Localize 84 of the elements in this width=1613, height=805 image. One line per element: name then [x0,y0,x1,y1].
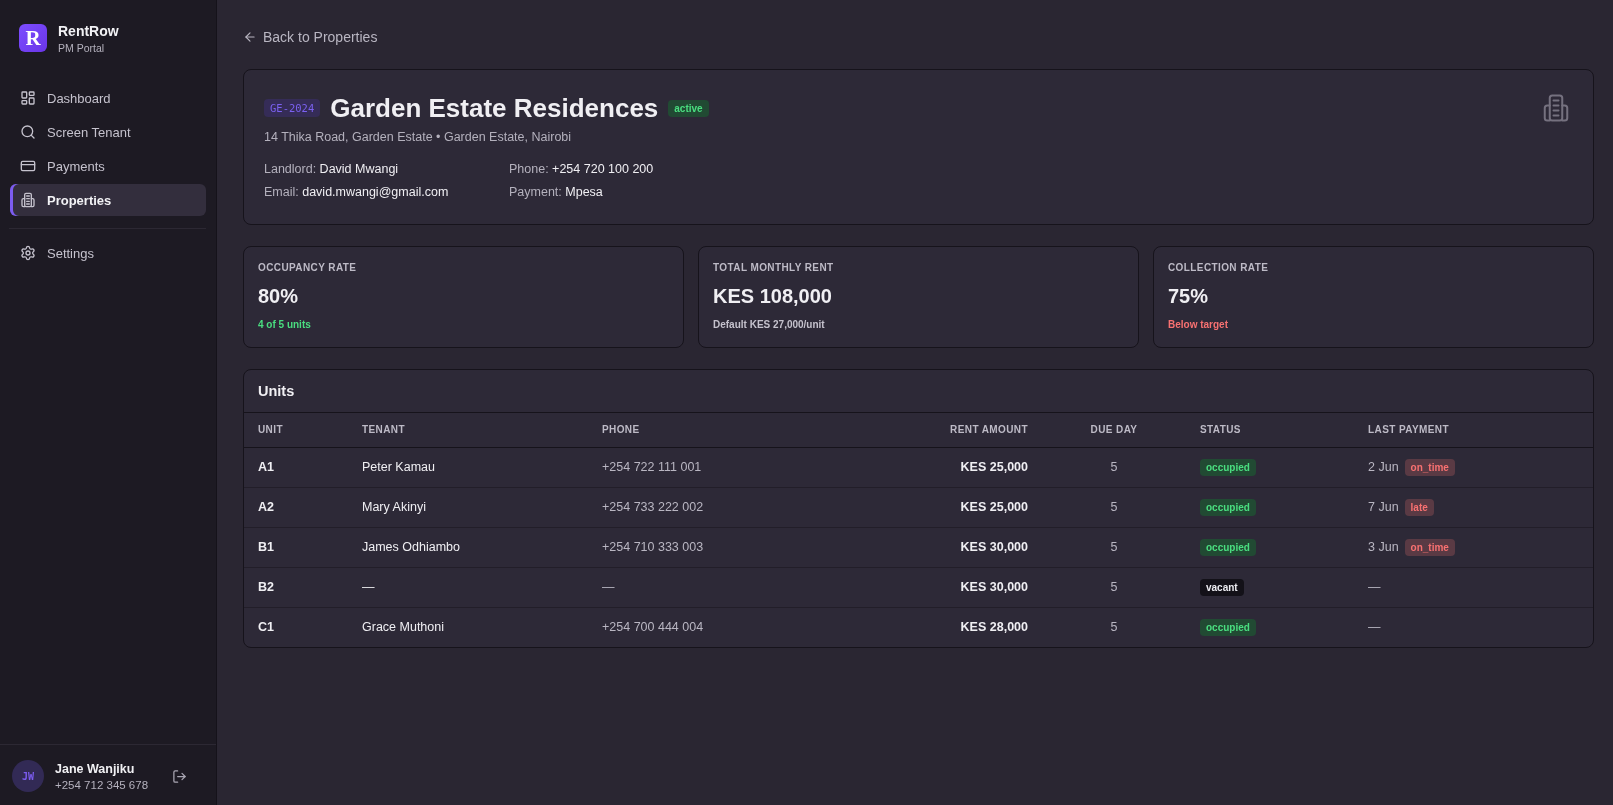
table-cell: KES 30,000 [879,527,1042,567]
table-cell: KES 25,000 [879,487,1042,527]
payment-status-badge: on_time [1404,458,1455,476]
search-icon [20,124,36,140]
table-cell: KES 28,000 [879,607,1042,647]
table-cell: 5 [1042,607,1186,647]
payment-date: 2 Jun [1368,460,1399,474]
table-cell: +254 733 222 002 [588,487,879,527]
property-detail: Phone: +254 720 100 200 [509,162,655,176]
stat-note: Below target [1168,319,1229,330]
column-header: LAST PAYMENT [1354,413,1593,447]
table-cell: KES 25,000 [879,447,1042,487]
table-cell: B2 [244,567,348,607]
table-cell: 5 [1042,567,1186,607]
payment-date: 7 Jun [1368,500,1399,514]
column-header: UNIT [244,413,348,447]
table-cell: 5 [1042,487,1186,527]
column-header: RENT AMOUNT [879,413,1042,447]
table-title: Units [244,370,1593,413]
table-cell: 5 [1042,447,1186,487]
grid-icon [20,90,36,106]
property-status-badge: active [668,99,709,117]
table-cell: — [348,567,588,607]
table-cell: 5 [1042,527,1186,567]
payment-status-badge: on_time [1404,538,1455,556]
user-avatar: JW [12,760,44,792]
table-cell: KES 30,000 [879,567,1042,607]
table-cell: — [588,567,879,607]
table-cell: +254 700 444 004 [588,607,879,647]
property-address: 14 Thika Road, Garden Estate • Garden Estate, Nairobi [264,130,573,144]
payment-date: — [1368,580,1381,594]
brand-name: RentRow [58,22,119,39]
unit-status-badge: occupied [1200,539,1256,556]
property-detail: Payment: Mpesa [509,185,604,199]
sidebar-nav-item[interactable]: Settings [10,237,206,269]
sidebar-nav-item[interactable]: Dashboard [10,82,206,114]
unit-status-badge: vacant [1200,579,1244,596]
column-header: TENANT [348,413,588,447]
table-cell: C1 [244,607,348,647]
unit-status-badge: occupied [1200,459,1256,476]
credit-card-icon [20,158,36,174]
table-cell: A2 [244,487,348,527]
table-cell: Peter Kamau [348,447,588,487]
unit-status-badge: occupied [1200,619,1256,637]
property-detail: Email: david.mwangi@gmail.com [264,185,450,199]
settings-icon [20,245,36,261]
property-code: GE-2024 [264,99,321,117]
stat-label: TOTAL MONTHLY RENT [713,262,835,273]
table-cell: Mary Akinyi [348,487,588,527]
stat-value: 75% [1168,285,1210,308]
building-icon [20,192,36,208]
unit-status-badge: occupied [1200,499,1256,516]
table-cell: B1 [244,527,348,567]
stat-value: KES 108,000 [713,285,833,308]
stat-label: COLLECTION RATE [1168,262,1270,273]
column-header: STATUS [1186,413,1354,447]
payment-date: — [1368,620,1381,635]
user-phone: +254 712 345 678 [55,778,150,791]
stat-label: OCCUPANCY RATE [258,262,358,273]
table-cell: Grace Muthoni [348,607,588,647]
stat-note: Default KES 27,000/unit [713,319,826,330]
table-cell: +254 710 333 003 [588,527,879,567]
logout-icon [172,768,187,784]
payment-status-badge: late [1404,498,1434,516]
property-title: Garden Estate Residences [330,92,659,124]
sidebar-nav-item[interactable]: Payments [10,150,206,182]
table-cell: +254 722 111 001 [588,447,879,487]
logout-button[interactable] [172,768,187,784]
column-header: PHONE [588,413,879,447]
payment-date: 3 Jun [1368,540,1399,554]
building-icon [1541,93,1571,123]
sidebar-nav-item[interactable]: Properties [10,184,206,216]
logo-icon: R [19,24,47,52]
brand-subtitle: PM Portal [58,41,106,54]
sidebar-nav-item[interactable]: Screen Tenant [10,116,206,148]
arrow-left-icon [243,30,257,44]
stat-note: 4 of 5 units [258,319,312,330]
column-header: DUE DAY [1042,413,1186,447]
user-name: Jane Wanjiku [55,761,136,776]
stat-value: 80% [258,285,300,308]
table-cell: James Odhiambo [348,527,588,567]
table-cell: A1 [244,447,348,487]
back-link[interactable]: Back to Properties [243,26,378,48]
property-detail: Landlord: David Mwangi [264,162,400,176]
